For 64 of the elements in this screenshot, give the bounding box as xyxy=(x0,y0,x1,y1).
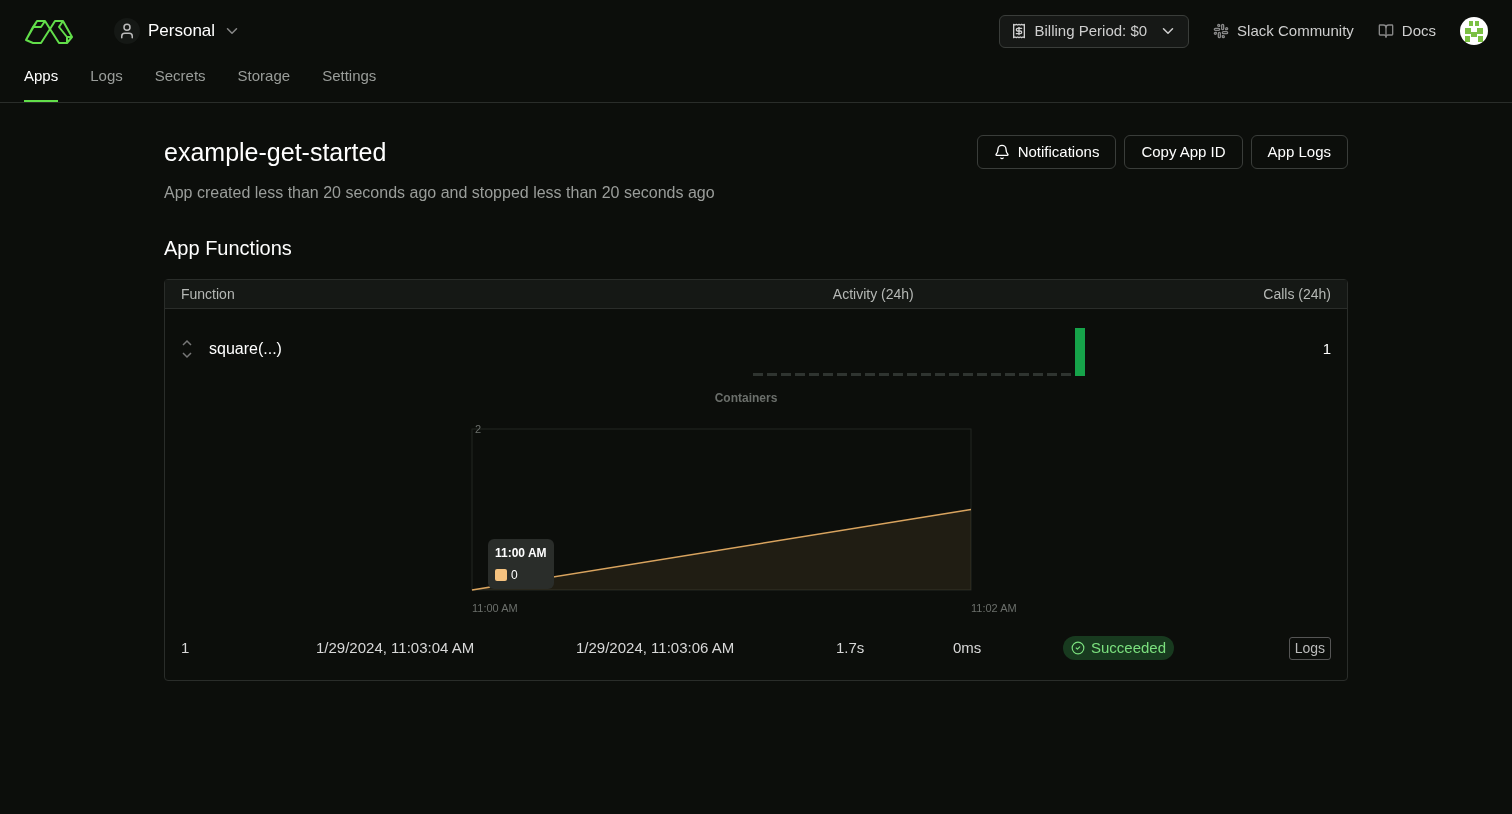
book-icon xyxy=(1377,23,1394,39)
column-header: Calls (24h) xyxy=(1263,284,1331,304)
empty-activity-bar xyxy=(1004,373,1015,376)
check-circle-icon xyxy=(1071,641,1085,655)
app-title: example-get-started xyxy=(164,137,388,168)
status-badge: Succeeded xyxy=(1063,636,1175,660)
x-tick-label: 11:02 AM xyxy=(971,602,1017,614)
workspace-dropdown[interactable]: Personal xyxy=(114,18,242,44)
empty-activity-bar xyxy=(878,373,889,376)
empty-activity-bar xyxy=(808,373,819,376)
table-cell-text: 1.7s xyxy=(836,637,866,658)
app-action-button[interactable]: Copy App ID xyxy=(1124,135,1243,169)
x-tick-label: 11:00 AM xyxy=(472,602,518,614)
header-link[interactable]: Slack Community xyxy=(1213,19,1354,43)
empty-activity-bar xyxy=(934,373,945,376)
column-header: Function xyxy=(181,284,236,304)
empty-activity-bar xyxy=(892,373,903,376)
nav-tab[interactable]: Storage xyxy=(237,62,291,102)
expand-chevrons-icon[interactable] xyxy=(181,338,193,360)
user-icon xyxy=(118,22,136,40)
empty-activity-bar xyxy=(1060,373,1071,376)
empty-activity-bar xyxy=(1032,373,1043,376)
nav-tab[interactable]: Settings xyxy=(322,62,377,102)
empty-activity-bar xyxy=(990,373,1001,376)
empty-activity-bar xyxy=(822,373,833,376)
empty-activity-bar xyxy=(850,373,861,376)
table-cell-text: 0ms xyxy=(953,637,983,658)
empty-activity-bar xyxy=(976,373,987,376)
empty-activity-bar xyxy=(906,373,917,376)
avatar-icon[interactable] xyxy=(1460,17,1488,45)
app-status-text: App created less than 20 seconds ago and stopped less than 20 seconds ago xyxy=(164,183,715,203)
empty-activity-bar xyxy=(864,373,875,376)
header-link[interactable]: Docs xyxy=(1377,19,1436,43)
empty-activity-bar xyxy=(794,373,805,376)
table-cell-text: 1 xyxy=(181,637,191,658)
nav-tab[interactable]: Logs xyxy=(90,62,123,102)
empty-activity-bar xyxy=(948,373,959,376)
chart-title: Containers xyxy=(714,390,778,407)
empty-activity-bar xyxy=(836,373,847,376)
empty-activity-bar xyxy=(962,373,973,376)
empty-activity-bar xyxy=(920,373,931,376)
calls-count: 1 xyxy=(1322,338,1331,359)
column-header: Activity (24h) xyxy=(831,284,915,304)
nav-tab[interactable]: Secrets xyxy=(154,62,206,102)
activity-bar xyxy=(1074,328,1085,376)
app-action-button[interactable]: Notifications xyxy=(976,135,1117,169)
table-cell-text: 1/29/2024, 11:03:06 AM xyxy=(576,637,736,658)
empty-activity-bar xyxy=(752,373,763,376)
billing-dropdown[interactable]: Billing Period: $0 xyxy=(998,14,1190,48)
tooltip-value: 0 xyxy=(511,567,518,584)
function-name[interactable]: square(...) xyxy=(209,337,753,361)
logs-button[interactable]: Logs xyxy=(1288,636,1331,660)
receipt-icon xyxy=(1010,23,1027,39)
table-cell-text: 1/29/2024, 11:03:04 AM xyxy=(316,637,476,658)
bell-icon xyxy=(993,144,1010,160)
y-axis-label: 2 xyxy=(475,423,482,435)
empty-activity-bar xyxy=(1018,373,1029,376)
section-title: App Functions xyxy=(164,236,293,261)
empty-activity-bar xyxy=(1046,373,1057,376)
tooltip-time: 11:00 AM xyxy=(495,545,547,562)
empty-activity-bar xyxy=(780,373,791,376)
nav-tab[interactable]: Apps xyxy=(24,62,59,102)
app-action-button[interactable]: App Logs xyxy=(1250,135,1348,169)
empty-activity-bar xyxy=(766,373,777,376)
